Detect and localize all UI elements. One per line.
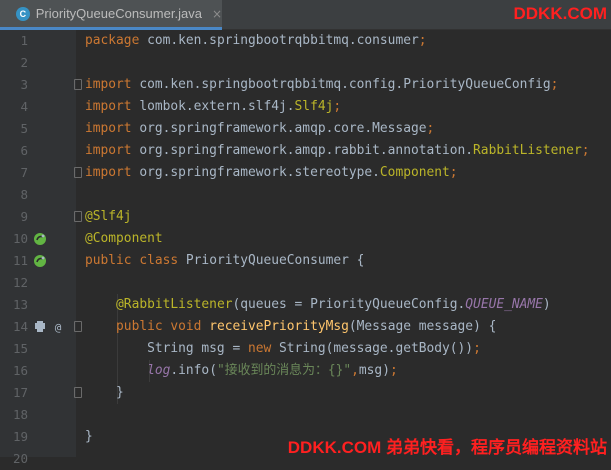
code-line[interactable]: 14 @ public void receivePriorityMsg(Messa… [0, 316, 611, 338]
code-text: public void receivePriorityMsg(Message m… [116, 319, 497, 334]
fold-marker-icon[interactable] [74, 167, 82, 178]
code-text: import com.ken.springbootrqbbitmq.config… [85, 77, 559, 92]
tab-title: PriorityQueueConsumer.java [35, 6, 202, 21]
code-line[interactable]: 16 log.info("接收到的消息为：{}",msg); [0, 360, 611, 382]
code-line[interactable]: 10 @Component [0, 228, 611, 250]
code-text: @RabbitListener(queues = PriorityQueueCo… [116, 297, 551, 312]
code-line[interactable]: 11 public class PriorityQueueConsumer { [0, 250, 611, 272]
rabbit-listener-icon[interactable] [32, 319, 48, 335]
line-number: 11 [12, 253, 28, 268]
code-text: import lombok.extern.slf4j.Slf4j; [85, 99, 342, 114]
line-number: 8 [20, 187, 28, 202]
code-text: import org.springframework.amqp.core.Mes… [85, 121, 435, 136]
line-number: 20 [12, 451, 28, 466]
code-line[interactable]: 4 import lombok.extern.slf4j.Slf4j; [0, 96, 611, 118]
line-number: 5 [20, 121, 28, 136]
code-text: String msg = new String(message.getBody(… [85, 341, 481, 356]
code-line[interactable]: 7 import org.springframework.stereotype.C… [0, 162, 611, 184]
code-text: import org.springframework.stereotype.Co… [85, 165, 458, 180]
watermark-top: DDKK.COM [513, 4, 608, 23]
code-text: package com.ken.springbootrqbbitmq.consu… [85, 33, 427, 48]
code-text: @Slf4j [85, 209, 132, 224]
fold-marker-icon[interactable] [74, 79, 82, 90]
code-line[interactable]: 6 import org.springframework.amqp.rabbit.… [0, 140, 611, 162]
line-number: 3 [20, 77, 28, 92]
code-line[interactable]: 5 import org.springframework.amqp.core.Me… [0, 118, 611, 140]
line-number: 12 [12, 275, 28, 290]
line-number: 10 [12, 231, 28, 246]
close-icon[interactable]: × [212, 7, 222, 21]
fold-marker-icon[interactable] [74, 387, 82, 398]
line-number: 14 [12, 319, 28, 334]
line-number: 4 [20, 99, 28, 114]
code-text: } [85, 385, 124, 400]
line-number: 18 [12, 407, 28, 422]
code-line[interactable]: 15 String msg = new String(message.getBo… [0, 338, 611, 360]
line-number: 6 [20, 143, 28, 158]
code-line[interactable]: 2 [0, 52, 611, 74]
line-number: 2 [20, 55, 28, 70]
fold-marker-icon[interactable] [74, 321, 82, 332]
code-line[interactable]: 9 @Slf4j [0, 206, 611, 228]
spring-bean-icon[interactable] [32, 231, 48, 247]
code-text: public class PriorityQueueConsumer { [85, 253, 365, 268]
code-text: import org.springframework.amqp.rabbit.a… [85, 143, 590, 158]
code-text: } [85, 429, 93, 444]
code-line[interactable]: 3 import com.ken.springbootrqbbitmq.confi… [0, 74, 611, 96]
code-line[interactable]: 13 @RabbitListener(queues = PriorityQueu… [0, 294, 611, 316]
code-text: log.info("接收到的消息为：{}",msg); [147, 363, 398, 378]
code-line[interactable]: 12 [0, 272, 611, 294]
code-line[interactable]: 1 package com.ken.springbootrqbbitmq.cons… [0, 30, 611, 52]
code-line[interactable]: 8 [0, 184, 611, 206]
code-line[interactable]: 17 } [0, 382, 611, 404]
line-number: 15 [12, 341, 28, 356]
line-number: 7 [20, 165, 28, 180]
java-class-icon: C [16, 6, 30, 21]
line-number: 16 [12, 363, 28, 378]
line-number: 1 [20, 33, 28, 48]
fold-marker-icon[interactable] [74, 211, 82, 222]
code-line[interactable]: 18 [0, 404, 611, 426]
override-annotation-icon[interactable]: @ [50, 319, 66, 335]
tab-priority-queue-consumer[interactable]: C PriorityQueueConsumer.java × [0, 0, 222, 30]
line-number: 19 [12, 429, 28, 444]
line-number: 13 [12, 297, 28, 312]
code-text: @Component [85, 231, 163, 246]
line-number: 9 [20, 209, 28, 224]
spring-bean-icon[interactable] [32, 253, 48, 269]
watermark-bottom: DDKK.COM 弟弟快看，程序员编程资料站 [287, 438, 607, 457]
line-number: 17 [12, 385, 28, 400]
